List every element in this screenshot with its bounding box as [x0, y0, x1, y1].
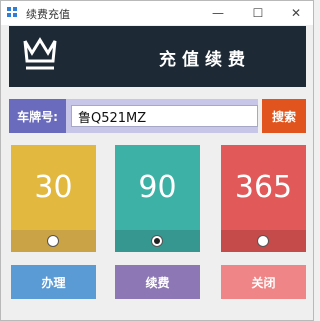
maximize-icon: ☐: [252, 6, 264, 20]
plan-radio-30[interactable]: [47, 235, 59, 247]
plan-card-30[interactable]: 30: [11, 145, 96, 252]
plate-number-input[interactable]: [71, 105, 258, 127]
app-icon: [7, 7, 17, 17]
title-bar[interactable]: 续费充值 — ☐ ✕: [1, 1, 313, 25]
plan-value: 30: [11, 145, 96, 230]
close-button[interactable]: 关闭: [221, 265, 306, 299]
close-window-button[interactable]: ✕: [281, 1, 311, 25]
plan-radio-365[interactable]: [257, 235, 269, 247]
handle-button[interactable]: 办理: [11, 265, 96, 299]
plan-card-365[interactable]: 365: [221, 145, 306, 252]
banner-title: 充值续费: [159, 50, 251, 70]
minimize-button[interactable]: —: [203, 1, 233, 25]
renew-button[interactable]: 续费: [115, 265, 200, 299]
search-button[interactable]: 搜索: [262, 99, 306, 133]
plate-search-bar: 车牌号:: [9, 99, 258, 133]
minimize-icon: —: [212, 6, 224, 20]
app-window: 续费充值 — ☐ ✕ 充值续费 车牌号: 搜索 30 90 365: [0, 0, 314, 321]
plan-value: 90: [115, 145, 200, 230]
plan-radio-90[interactable]: [151, 235, 163, 247]
header-banner: 充值续费: [9, 26, 306, 87]
plate-label: 车牌号:: [9, 99, 66, 133]
plan-radio-row: [11, 230, 96, 252]
close-icon: ✕: [290, 6, 302, 20]
plan-value: 365: [221, 145, 306, 230]
plan-card-90[interactable]: 90: [115, 145, 200, 252]
window-title: 续费充值: [26, 8, 70, 21]
maximize-button[interactable]: ☐: [243, 1, 273, 25]
plan-radio-row: [115, 230, 200, 252]
crown-icon: [23, 37, 57, 70]
plan-radio-row: [221, 230, 306, 252]
